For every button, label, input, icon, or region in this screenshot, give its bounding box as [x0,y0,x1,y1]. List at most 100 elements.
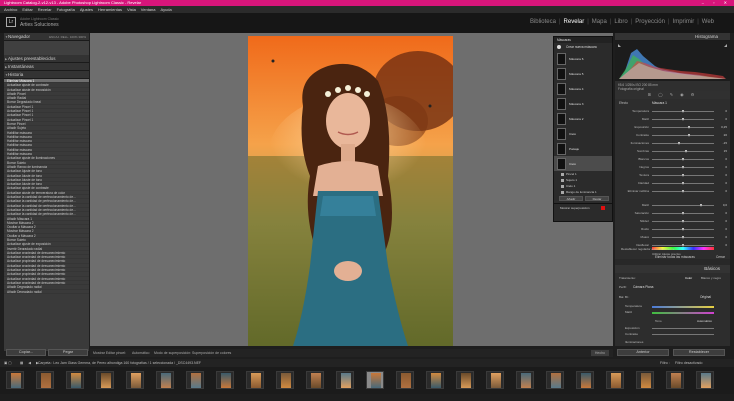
mask-item[interactable]: Máscara 5 [554,66,612,81]
mask-slider[interactable]: Sombras 15 [619,149,727,154]
module-tab[interactable]: Biblioteca [530,19,556,25]
history-header[interactable]: ▼ Historia [4,71,89,79]
slider-knob[interactable] [700,204,703,207]
mask-slider[interactable]: Textura 0 [619,173,727,178]
show-overlay-toggle[interactable]: Mostrar superposición [554,203,612,211]
close-mask-button[interactable]: Cerrar [716,255,725,259]
mask-item[interactable]: Paisaje [554,141,612,156]
filmstrip-thumbnail[interactable] [246,371,264,389]
filmstrip-thumbnail[interactable] [576,371,594,389]
mask-slider[interactable]: Negros 0 [619,165,727,170]
filmstrip-thumbnail[interactable] [156,371,174,389]
slider-value[interactable]: 0 [725,189,727,193]
filmstrip-thumbnail[interactable] [666,371,684,389]
slider-track[interactable] [652,212,714,215]
wb-select[interactable]: Original [700,295,711,299]
slider-knob[interactable] [681,158,684,161]
slider-track[interactable] [652,166,714,169]
slider-value[interactable]: 0 [725,109,727,113]
treatment-color[interactable]: Color [685,276,692,280]
mask-slider[interactable]: Nitidez 0 [619,219,727,224]
menu-item[interactable]: Archivo [4,7,17,12]
filmstrip-thumbnail[interactable] [36,371,54,389]
filmstrip-thumbnail[interactable] [66,371,84,389]
previous-button[interactable]: Anterior [617,349,669,356]
slider-value[interactable]: 0,0 [723,203,727,207]
slider-knob[interactable] [687,134,690,137]
slider-knob[interactable] [681,236,684,239]
slider-track[interactable] [652,190,714,193]
filmstrip-thumbnail[interactable] [456,371,474,389]
mask-item[interactable]: Cielo [554,126,612,141]
slider-knob[interactable] [681,118,684,121]
snapshots-header[interactable]: ▶ Instantáneas [4,63,89,71]
reset-button[interactable]: Restablecer [673,349,725,356]
secondary-display-icon[interactable]: ▣ ▢ [4,359,12,367]
slider-knob[interactable] [681,228,684,231]
mask-slider[interactable]: Contraste 20 [619,133,727,138]
subtract-component-button[interactable]: Restar [585,196,609,201]
slider-knob[interactable] [681,212,684,215]
slider-knob[interactable] [678,142,681,145]
mask-slider[interactable]: Muaré 0 [619,235,727,240]
auto-tone-button[interactable]: Automático [697,319,712,323]
slider-value[interactable]: 15 [724,149,727,153]
add-component-button[interactable]: Añadir [559,196,583,201]
mask-slider[interactable]: Eliminar neblina 0 [619,189,727,194]
filmstrip-thumbnail[interactable] [336,371,354,389]
slider-value[interactable]: 0 [725,235,727,239]
mask-item[interactable]: Máscara 2 [554,111,612,126]
mask-slider[interactable]: Blancos 0 [619,157,727,162]
mask-slider[interactable]: Ruido 0 [619,227,727,232]
slider-track[interactable] [652,182,714,185]
slider-knob[interactable] [684,150,687,153]
mask-item[interactable]: Cielo [554,156,612,171]
slider-value[interactable]: 0 [725,181,727,185]
navigator-zoom-options[interactable]: ENCAJ. RELL. 100% 300% [49,33,86,41]
filmstrip-thumbnail[interactable] [186,371,204,389]
filmstrip-thumbnail[interactable] [546,371,564,389]
overlay-color-swatch[interactable] [601,206,605,210]
overlay-mode-select[interactable]: Superposición de colores [192,349,231,357]
mask-slider[interactable]: Matiz 0 [619,117,727,122]
slider-knob[interactable] [681,166,684,169]
mask-slider[interactable]: Temperatura 0 [619,109,727,114]
mask-slider[interactable]: Saturación 0 [619,211,727,216]
filmstrip-thumbnail[interactable] [516,371,534,389]
module-tab[interactable]: Libro [614,19,627,25]
filmstrip-thumbnail[interactable] [606,371,624,389]
filmstrip-thumbnail[interactable] [96,371,114,389]
exposure-slider[interactable] [652,328,714,329]
mask-slider[interactable]: Exposición 0,25 [619,125,727,130]
slider-value[interactable]: 0 [725,117,727,121]
slider-value[interactable]: 0 [725,243,727,247]
slider-track[interactable] [652,158,714,161]
slider-track[interactable] [652,228,714,231]
slider-track[interactable] [652,220,714,223]
create-new-mask-button[interactable]: Crear nueva máscara [554,43,612,51]
module-tab[interactable]: Proyección [635,19,665,25]
auto-label[interactable]: Automático [132,349,150,357]
slider-knob[interactable] [681,220,684,223]
slider-value[interactable]: 0 [725,173,727,177]
slider-value[interactable]: 0 [725,165,727,169]
filmstrip-thumbnail[interactable] [6,371,24,389]
filmstrip-thumbnail[interactable] [486,371,504,389]
mask-slider[interactable]: Iluminaciones -15 [619,141,727,146]
filmstrip-thumbnail[interactable] [396,371,414,389]
image-canvas[interactable]: Máscaras Crear nueva máscara Máscara 6 Má… [90,33,613,346]
filter-select[interactable]: Filtro desactivado [675,359,702,367]
slider-track[interactable] [652,142,714,145]
delete-all-masks-button[interactable]: Eliminar todas las máscaras [655,255,695,259]
history-item[interactable]: Añadir Degradado radial [4,290,89,294]
filmstrip-path[interactable]: Carpeta : Leo Jam Glass Gemma, de Pereo … [38,359,201,367]
filmstrip-thumbnail[interactable] [216,371,234,389]
filmstrip-thumbnail[interactable] [696,371,714,389]
slider-value[interactable]: 0 [725,227,727,231]
menu-item[interactable]: Ayuda [160,7,171,12]
slider-knob[interactable] [687,126,690,129]
auto-reset-checkbox[interactable]: Restablecer regulador automáticamente [621,247,674,251]
contrast-slider[interactable] [652,334,714,335]
slider-track[interactable] [652,174,714,177]
module-tab[interactable]: Mapa [592,19,607,25]
